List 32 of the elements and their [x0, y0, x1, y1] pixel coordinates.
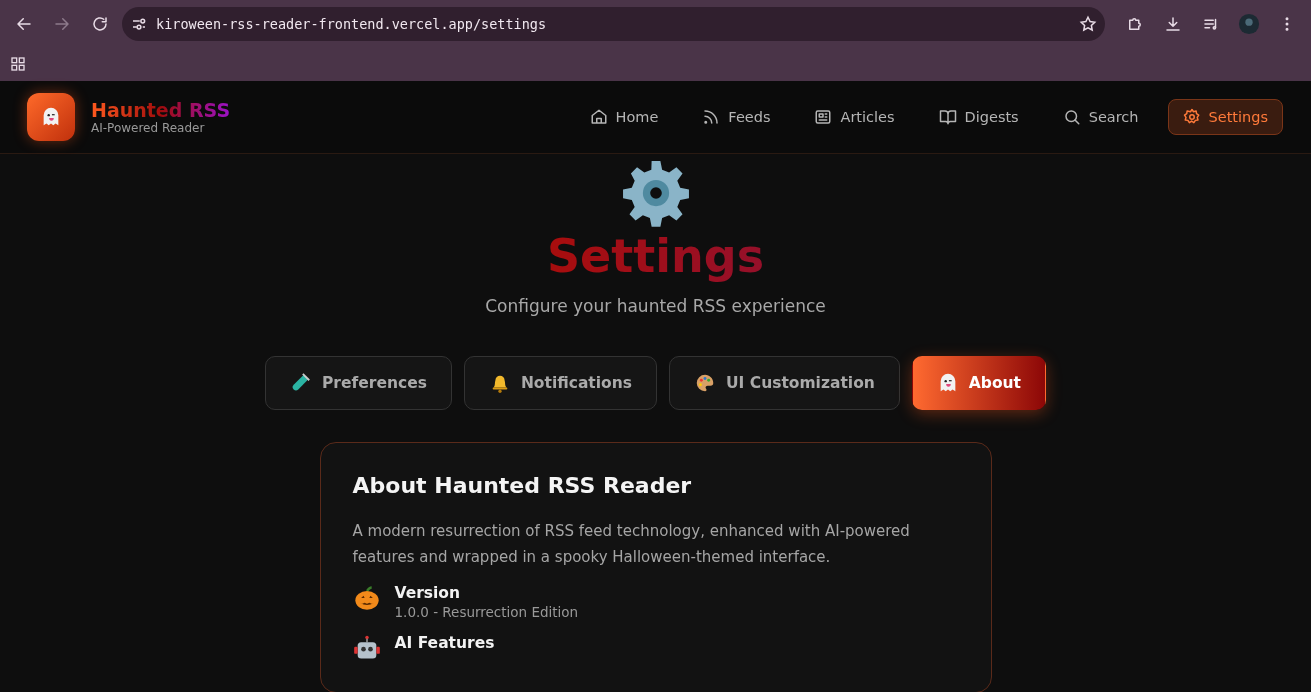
info-label: Version: [394, 583, 462, 602]
app-logo[interactable]: [27, 93, 75, 141]
nav-link[interactable]: Feeds: [687, 99, 786, 135]
settings-tab[interactable]: Notifications: [463, 355, 657, 410]
nav-link[interactable]: Home: [574, 99, 674, 135]
apps-icon[interactable]: [10, 56, 26, 72]
nav-link[interactable]: Digests: [923, 99, 1034, 135]
card-description: A modern resurrection of RSS feed technology, enhanced with AI-powered features and wrapped in a spooky Halloween-themed interface.: [352, 520, 911, 568]
card-title: About Haunted RSS Reader: [352, 472, 693, 498]
settings-tab[interactable]: UI Customization: [669, 355, 900, 410]
info-detail: 1.0.0 - Resurrection Edition: [394, 603, 579, 620]
bookmark-star-icon[interactable]: [1079, 14, 1097, 33]
rss-icon: [702, 108, 721, 126]
settings-icon: [1182, 108, 1201, 126]
settings-tab[interactable]: Preferences: [265, 355, 452, 410]
newspaper-icon: [814, 108, 833, 126]
download-icon[interactable]: [1164, 14, 1182, 33]
nav-link[interactable]: Search: [1047, 99, 1154, 135]
info-label: AI Features: [394, 633, 495, 652]
book-icon: [938, 108, 957, 126]
nav-link[interactable]: Articles: [799, 99, 910, 135]
brand-tagline: AI-Powered Reader: [91, 121, 206, 135]
nav-link[interactable]: Settings: [1167, 99, 1283, 135]
avatar-icon[interactable]: [1238, 12, 1260, 35]
robot-icon: [352, 633, 381, 662]
page-subtitle: Configure your haunted RSS experience: [485, 295, 826, 316]
gear-icon: [620, 158, 691, 228]
search-icon: [1062, 108, 1081, 126]
settings-tab[interactable]: About: [911, 355, 1046, 410]
home-icon: [589, 108, 608, 126]
reload-icon[interactable]: [91, 14, 109, 33]
pumpkin-icon: [352, 583, 381, 612]
